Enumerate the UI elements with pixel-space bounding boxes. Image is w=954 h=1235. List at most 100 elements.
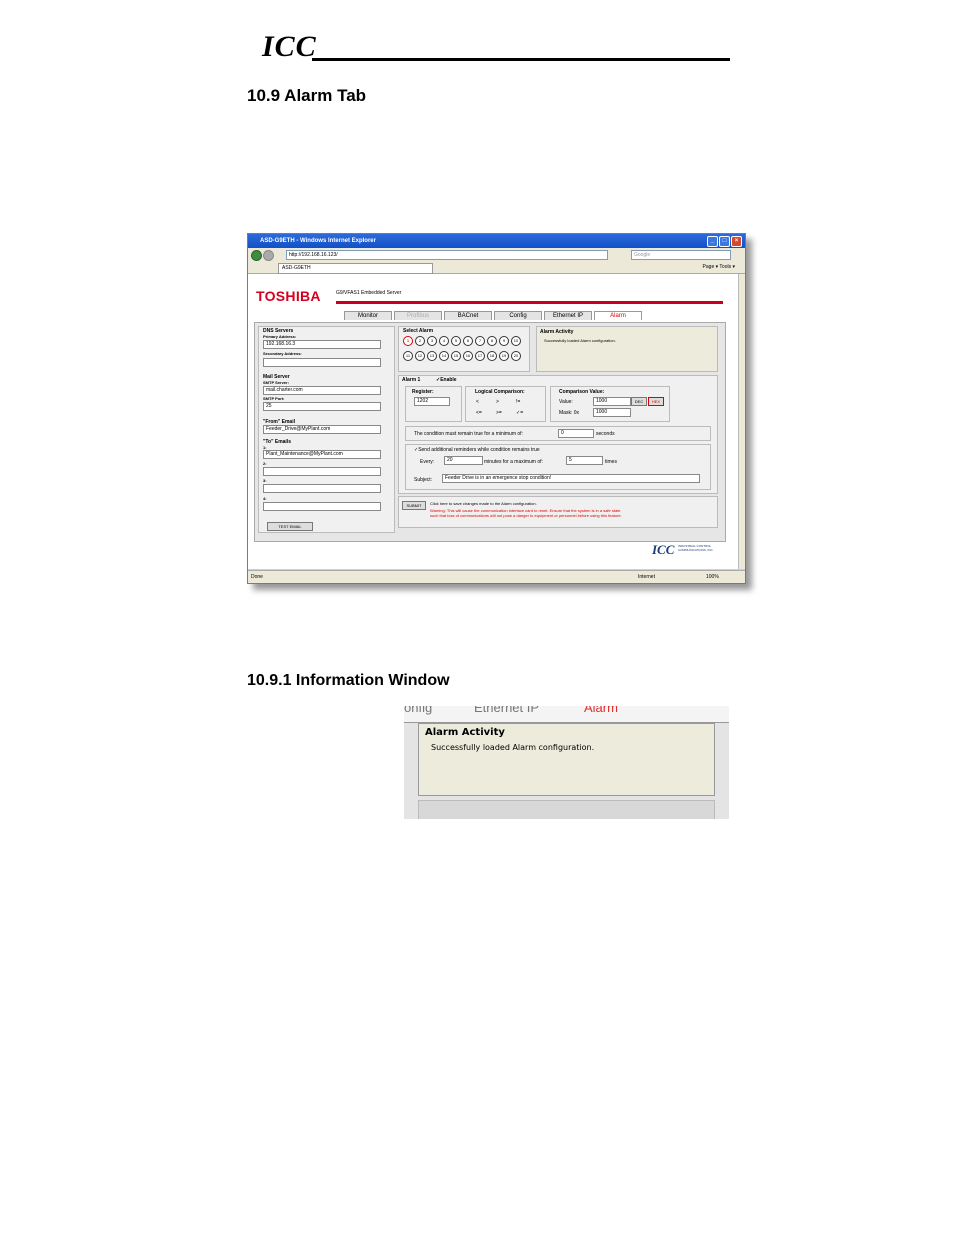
information-window-zoom: onfig Ethernet IP Alarm Alarm Activity S… — [404, 706, 729, 819]
zoom-tab-alarm[interactable]: Alarm — [584, 706, 618, 715]
url-input[interactable]: http://192.168.16.123/ — [286, 250, 608, 260]
alarm-button-16[interactable]: 16 — [463, 351, 473, 361]
comparison-value-box: Comparison Value: Value: 1000 Mask: 0x 1… — [550, 386, 670, 422]
reminder-box: ✓Send additional reminders while conditi… — [405, 444, 711, 490]
alarm-button-8[interactable]: 8 — [487, 336, 497, 346]
title-bar: ASD-G9ETH - Windows Internet Explorer _ □… — [248, 234, 745, 248]
logical-option-ge[interactable]: >= — [496, 410, 502, 416]
alarm-config: Alarm 1 ✓Enable Register: 1202 Logical C… — [398, 375, 718, 494]
logical-option-le[interactable]: <= — [476, 410, 482, 416]
condition-seconds-input[interactable]: 0 — [558, 429, 594, 438]
logical-option-lt[interactable]: < — [476, 399, 479, 405]
toolbar-menus[interactable]: Page ▾ Tools ▾ — [703, 264, 735, 270]
zoom-tab-config[interactable]: onfig — [404, 706, 432, 715]
to-email-4-label: 4: — [263, 496, 267, 501]
submit-button[interactable]: SUBMIT — [402, 501, 426, 510]
reminder-checkbox[interactable]: ✓Send additional reminders while conditi… — [414, 447, 540, 453]
test-email-button[interactable]: TEST EMAIL — [267, 522, 313, 531]
minimize-icon[interactable]: _ — [707, 236, 718, 247]
tab-monitor[interactable]: Monitor — [344, 311, 392, 320]
alarm-button-15[interactable]: 15 — [451, 351, 461, 361]
logical-option-gt[interactable]: > — [496, 399, 499, 405]
alarm-button-19[interactable]: 19 — [499, 351, 509, 361]
submit-info: Click here to save changes made to the A… — [430, 501, 537, 506]
status-text: Done — [251, 574, 263, 580]
logical-option-eq[interactable]: ✓= — [516, 410, 523, 416]
alarm-button-9[interactable]: 9 — [499, 336, 509, 346]
mask-input[interactable]: 1000 — [593, 408, 631, 417]
secondary-address-label: Secondary Address: — [263, 351, 302, 356]
tab-config[interactable]: Config — [494, 311, 542, 320]
alarm-button-4[interactable]: 4 — [439, 336, 449, 346]
alarm-button-3[interactable]: 3 — [427, 336, 437, 346]
every-input[interactable]: 20 — [444, 456, 483, 465]
back-icon[interactable] — [251, 250, 262, 261]
register-label: Register: — [412, 389, 434, 395]
submit-box: SUBMIT Click here to save changes made t… — [398, 496, 718, 528]
subject-input[interactable]: Feeder Drive is in an emergence stop con… — [442, 474, 700, 483]
smtp-server-input[interactable]: mail.charter.com — [263, 386, 381, 395]
dec-button[interactable]: DEC — [631, 397, 647, 406]
alarm-buttons-row-2: 11 12 13 14 15 16 17 18 19 20 — [403, 351, 529, 361]
maximize-icon[interactable]: □ — [719, 236, 730, 247]
register-box: Register: 1202 — [405, 386, 462, 422]
section-heading-information-window: 10.9.1 Information Window — [247, 672, 450, 689]
to-email-2-label: 2: — [263, 461, 267, 466]
server-title: G9/VFAS1 Embedded Server — [336, 290, 402, 296]
smtp-port-label: SMTP Port: — [263, 396, 285, 401]
alarm-button-20[interactable]: 20 — [511, 351, 521, 361]
primary-address-label: Primary Address: — [263, 334, 297, 339]
alarm-activity-title: Alarm Activity — [540, 329, 574, 335]
zoom-tab-ethernet-ip[interactable]: Ethernet IP — [474, 706, 539, 715]
email-settings: DNS Servers Primary Address: 192.168.16.… — [258, 326, 395, 533]
logical-option-ne[interactable]: != — [516, 399, 520, 405]
primary-address-input[interactable]: 192.168.16.3 — [263, 340, 381, 349]
to-email-1-input[interactable]: Plant_Maintenance@MyPlant.com — [263, 450, 381, 459]
to-email-2-input[interactable] — [263, 467, 381, 476]
header-red-line — [336, 301, 723, 304]
tab-alarm[interactable]: Alarm — [594, 311, 642, 320]
zoom-level[interactable]: 100% — [706, 574, 719, 580]
alarm-button-10[interactable]: 10 — [511, 336, 521, 346]
toshiba-logo: TOSHIBA — [256, 288, 321, 304]
enable-checkbox[interactable]: ✓Enable — [436, 377, 457, 383]
close-icon[interactable]: × — [731, 236, 742, 247]
alarm-button-18[interactable]: 18 — [487, 351, 497, 361]
alarm-button-2[interactable]: 2 — [415, 336, 425, 346]
to-email-4-input[interactable] — [263, 502, 381, 511]
alarm-buttons-row-1: 1 2 3 4 5 6 7 8 9 10 — [403, 336, 529, 346]
register-input[interactable]: 1202 — [414, 397, 450, 406]
alarm-button-17[interactable]: 17 — [475, 351, 485, 361]
tab-bacnet[interactable]: BACnet — [444, 311, 492, 320]
tab-profibus[interactable]: Profibus — [394, 311, 442, 320]
alarm-number-label: Alarm 1 — [402, 377, 421, 383]
alarm-button-5[interactable]: 5 — [451, 336, 461, 346]
alarm-button-13[interactable]: 13 — [427, 351, 437, 361]
secondary-address-input[interactable] — [263, 358, 381, 367]
search-input[interactable]: Google — [631, 250, 731, 260]
smtp-port-input[interactable]: 25 — [263, 402, 381, 411]
alarm-button-14[interactable]: 14 — [439, 351, 449, 361]
hex-button[interactable]: HEX — [648, 397, 664, 406]
alarm-button-1[interactable]: 1 — [403, 336, 413, 346]
zoom-tab-strip: onfig Ethernet IP Alarm — [404, 706, 729, 723]
to-email-3-input[interactable] — [263, 484, 381, 493]
window-title: ASD-G9ETH - Windows Internet Explorer — [260, 238, 376, 244]
every-label: Every: — [420, 459, 435, 465]
zoom-alarm-activity-message: Successfully loaded Alarm configuration. — [431, 743, 595, 752]
browser-tab[interactable]: ASD-G9ETH — [278, 263, 433, 274]
value-label: Value: — [559, 399, 573, 405]
alarm-button-6[interactable]: 6 — [463, 336, 473, 346]
scrollbar[interactable] — [738, 274, 745, 569]
value-input[interactable]: 1000 — [593, 397, 631, 406]
browser-screenshot: ASD-G9ETH - Windows Internet Explorer _ □… — [247, 233, 746, 584]
tab-ethernet-ip[interactable]: Ethernet IP — [544, 311, 592, 320]
window-controls: _ □ × — [706, 236, 742, 247]
from-email-input[interactable]: Feeder_Drive@MyPlant.com — [263, 425, 381, 434]
alarm-button-7[interactable]: 7 — [475, 336, 485, 346]
max-times-input[interactable]: 5 — [566, 456, 603, 465]
alarm-button-11[interactable]: 11 — [403, 351, 413, 361]
seconds-label: seconds — [596, 431, 615, 437]
forward-icon[interactable] — [263, 250, 274, 261]
alarm-button-12[interactable]: 12 — [415, 351, 425, 361]
